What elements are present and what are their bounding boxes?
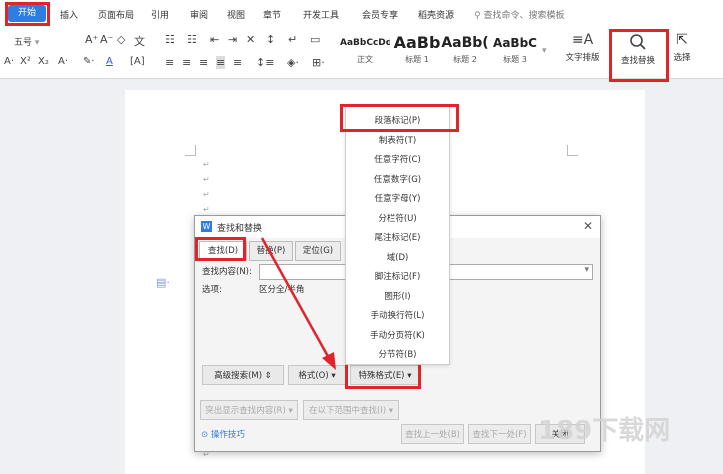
arrow-head — [322, 352, 336, 370]
menu-item-any-digit[interactable]: 任意数字(G) — [346, 173, 449, 185]
special-format-menu: 段落标记(P) 制表符(T) 任意字符(C) 任意数字(G) 任意字母(Y) 分… — [345, 105, 450, 365]
highlight-paragraph-mark — [340, 104, 459, 132]
menu-item-footnote-mark[interactable]: 脚注标记(F) — [346, 270, 449, 282]
menu-item-any-letter[interactable]: 任意字母(Y) — [346, 192, 449, 204]
arrow-line — [260, 237, 332, 361]
menu-item-tab[interactable]: 制表符(T) — [346, 134, 449, 146]
menu-item-manual-line-break[interactable]: 手动换行符(L) — [346, 309, 449, 321]
menu-item-endnote-mark[interactable]: 尾注标记(E) — [346, 231, 449, 243]
menu-item-graphic[interactable]: 图形(I) — [346, 290, 449, 302]
menu-item-column-break[interactable]: 分栏符(U) — [346, 212, 449, 224]
menu-item-field[interactable]: 域(D) — [346, 251, 449, 263]
watermark: 189下载网 — [538, 416, 671, 446]
menu-item-manual-page-break[interactable]: 手动分页符(K) — [346, 329, 449, 341]
menu-item-section-break[interactable]: 分节符(B) — [346, 348, 449, 360]
menu-item-any-char[interactable]: 任意字符(C) — [346, 153, 449, 165]
